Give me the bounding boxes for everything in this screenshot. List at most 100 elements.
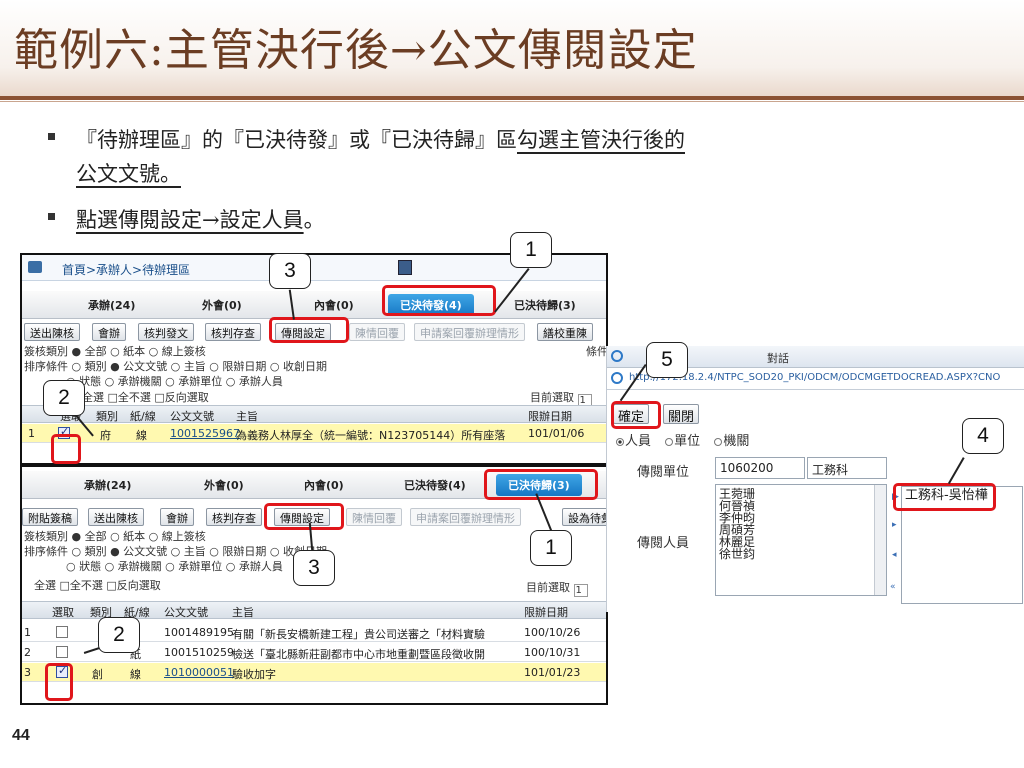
people-listbox[interactable]: 王菀珊 何晉禎 李仲昀 周碩芳 林麗足 徐世鈞 [715, 484, 887, 596]
radio-org-icon[interactable] [714, 438, 723, 446]
move-all-left-icon[interactable]: « [890, 582, 896, 592]
move-left-single-icon[interactable]: ◂ [892, 550, 897, 560]
panel-pending-dispatch: 首頁>承辦人>待辦理區 承辦(24) 外會(0) 內會(0) 已決待發(4) 已… [20, 253, 608, 465]
select-all-options[interactable]: 全選 □全不選 □反向選取 [82, 389, 209, 405]
sort-options[interactable]: 排序條件 ○ 類別 ● 公文文號 ○ 主旨 ○ 限辦日期 ○ 收創日期 [24, 358, 327, 374]
unit-name-field[interactable]: 工務科 [807, 457, 887, 479]
col-subject[interactable]: 主旨 [232, 604, 254, 620]
sign-type-options[interactable]: 簽核類別 ● 全部 ○ 紙本 ○ 線上簽核 [24, 343, 206, 359]
application-reply-button[interactable]: 申請案回覆辦理情形 [414, 323, 525, 341]
unit-code-field[interactable]: 1060200 [715, 457, 805, 479]
circulation-dialog: 對話 http://172.18.2.4/NTPC_SOD20_PKI/ODCM… [606, 346, 1024, 612]
select-all-options[interactable]: 全選 □全不選 □反向選取 [34, 577, 161, 593]
row-doc-no[interactable]: 1001489195 [164, 626, 234, 639]
col-media[interactable]: 紙/線 [130, 408, 156, 424]
home-icon[interactable] [28, 261, 42, 273]
table-row[interactable]: 1 府 線 1001525967 為義務人林厚全（統一編號：N123705144… [22, 424, 606, 443]
approve-send-button[interactable]: 核判發文 [138, 323, 194, 341]
highlight-checkbox-top [51, 434, 81, 464]
sign-type-options[interactable]: 簽核類別 ● 全部 ○ 紙本 ○ 線上簽核 [24, 528, 206, 544]
selected-count-label: 目前選取 [530, 391, 574, 404]
col-subject[interactable]: 主旨 [236, 408, 258, 424]
scope-unit[interactable]: 單位 [674, 434, 700, 449]
row-checkbox[interactable] [56, 626, 68, 638]
tab-internal[interactable]: 內會(0) [314, 297, 354, 313]
row-due: 100/10/31 [524, 646, 581, 659]
co-handle-button[interactable]: 會辦 [160, 508, 194, 526]
dialog-title: 對話 [767, 352, 789, 365]
grid-header: 選取 類別 紙/線 公文文號 主旨 限辦日期 [22, 405, 606, 423]
row-doc-no[interactable]: 1001510259 [164, 646, 234, 659]
close-button[interactable]: 關閉 [663, 404, 700, 425]
tab-handling[interactable]: 承辦(24) [88, 297, 135, 313]
col-due[interactable]: 限辦日期 [528, 408, 572, 424]
row-number: 1 [28, 427, 35, 440]
page-icon [611, 372, 623, 384]
tab-external[interactable]: 外會(0) [202, 297, 242, 313]
book-icon[interactable] [398, 260, 412, 275]
callout-1-bottom: 1 [530, 530, 572, 566]
listbox-scrollbar[interactable] [874, 485, 886, 595]
radio-unit-icon[interactable] [665, 438, 674, 446]
highlight-confirm-button [611, 401, 661, 429]
tab-handling[interactable]: 承辦(24) [84, 477, 131, 493]
sort-options[interactable]: 排序條件 ○ 類別 ● 公文文號 ○ 主旨 ○ 限辦日期 ○ 收創日期 [24, 543, 327, 559]
row-checkbox[interactable] [56, 646, 68, 658]
approve-archive-button[interactable]: 核判存查 [205, 323, 261, 341]
col-doc-no[interactable]: 公文文號 [164, 604, 208, 620]
row-doc-no-link[interactable]: 1010000051 [164, 666, 234, 679]
tab-external[interactable]: 外會(0) [204, 477, 244, 493]
bullet-1-text: 『待辦理區』的『已決待發』或『已決待歸』區 [76, 128, 517, 152]
petition-reply-button[interactable]: 陳情回覆 [349, 323, 405, 341]
col-due[interactable]: 限辦日期 [524, 604, 568, 620]
sort-options-more[interactable]: ○ 狀態 ○ 承辦機關 ○ 承辦單位 ○ 承辦人員 [66, 558, 283, 574]
sort-options-more[interactable]: ○ 狀態 ○ 承辦機關 ○ 承辦單位 ○ 承辦人員 [66, 373, 283, 389]
tab-decided-dispatch[interactable]: 已決待發(4) [404, 477, 466, 493]
row-subject: 檢送「臺北縣新莊副都市中心市地重劃暨區段徵收開 [232, 648, 485, 661]
breadcrumb-text[interactable]: 首頁>承辦人>待辦理區 [62, 261, 190, 278]
bullet-square-icon [48, 213, 55, 220]
row-subject: 有關「新長安橋新建工程」貴公司送審之「材料實驗 [232, 628, 485, 641]
attach-draft-button[interactable]: 附貼簽稿 [22, 508, 78, 526]
callout-4: 4 [962, 418, 1004, 454]
col-type[interactable]: 類別 [96, 408, 118, 424]
highlight-tab-decided-dispatch [382, 285, 496, 316]
tab-bar: 承辦(24) 外會(0) 內會(0) 已決待發(4) 已決待歸(3) [22, 291, 606, 319]
row-number: 1 [24, 626, 31, 639]
submit-review-button[interactable]: 送出陳核 [24, 323, 80, 341]
scope-org[interactable]: 機關 [723, 434, 749, 449]
co-handle-button[interactable]: 會辦 [92, 323, 126, 341]
row-number: 2 [24, 646, 31, 659]
radio-person-icon[interactable] [616, 438, 624, 446]
row-due: 100/10/26 [524, 626, 581, 639]
scope-person[interactable]: 人員 [625, 434, 651, 449]
scope-radio-group: 人員 單位 機關 [613, 430, 749, 449]
move-right-single-icon[interactable]: ▸ [892, 520, 897, 530]
row-number: 3 [24, 666, 31, 679]
browser-icon [611, 350, 623, 362]
petition-reply-button[interactable]: 陳情回覆 [346, 508, 402, 526]
table-row[interactable]: 3 創 線 1010000051 驗收加字 101/01/23 [22, 663, 606, 682]
row-due: 101/01/23 [524, 666, 581, 679]
row-media: 線 [136, 429, 147, 442]
tab-decided-file[interactable]: 已決待歸(3) [514, 297, 576, 313]
col-select[interactable]: 選取 [52, 604, 74, 620]
application-reply-button[interactable]: 申請案回覆辦理情形 [410, 508, 521, 526]
col-doc-no[interactable]: 公文文號 [170, 408, 214, 424]
selected-count: 目前選取 1 [526, 579, 588, 597]
list-item[interactable]: 徐世鈞 [716, 548, 886, 560]
callout-3-bottom: 3 [293, 550, 335, 586]
title-divider [0, 96, 1024, 100]
selected-count-label: 目前選取 [526, 581, 570, 594]
approve-archive-button[interactable]: 核判存查 [206, 508, 262, 526]
tab-internal[interactable]: 內會(0) [304, 477, 344, 493]
row-subject: 驗收加字 [232, 668, 276, 681]
callout-2-top: 2 [43, 380, 85, 416]
row-doc-no-link[interactable]: 1001525967 [170, 427, 240, 440]
submit-review-button[interactable]: 送出陳核 [88, 508, 144, 526]
row-subject: 為義務人林厚全（統一編號：N123705144）所有座落 [236, 429, 506, 442]
redo-review-button[interactable]: 繕校重陳 [537, 323, 593, 341]
callout-2-bottom: 2 [98, 617, 140, 653]
set-pending-button[interactable]: 設為待彙辦 [562, 508, 606, 526]
highlight-circulation-button-bottom [264, 503, 344, 530]
